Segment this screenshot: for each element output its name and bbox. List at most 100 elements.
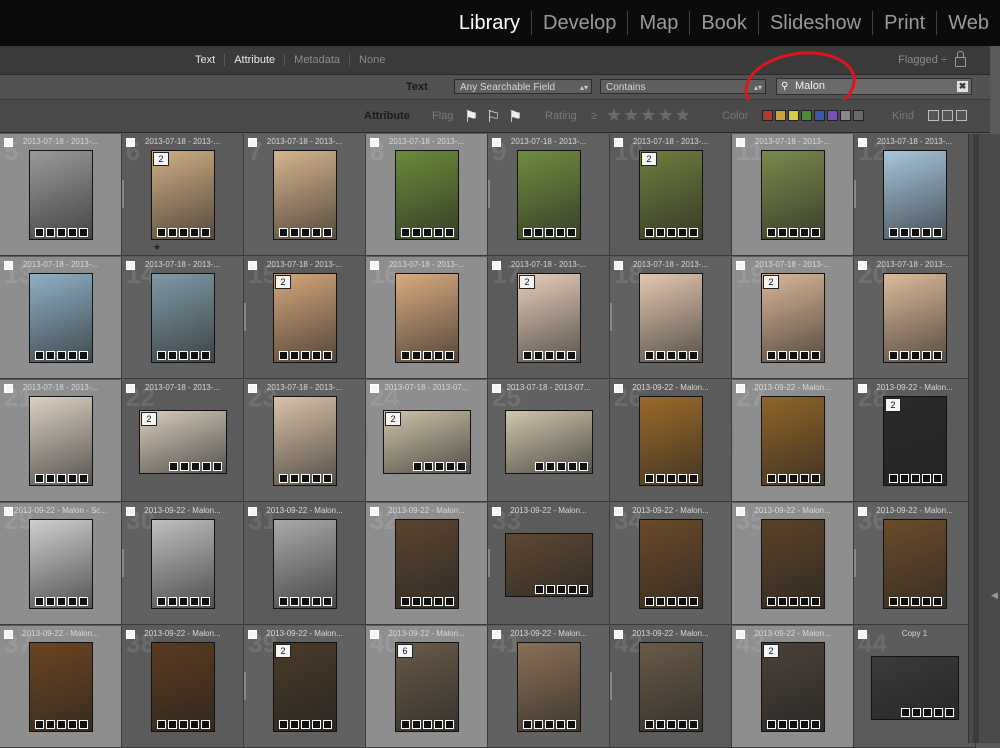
develop-icon[interactable] [68,720,77,729]
crop-icon[interactable] [667,720,676,729]
caption-icon[interactable] [900,474,909,483]
photo-thumbnail[interactable] [639,642,703,732]
edit-icon[interactable] [811,720,820,729]
stack-grip-icon[interactable] [488,180,490,208]
caption-icon[interactable] [546,585,555,594]
caption-icon[interactable] [778,474,787,483]
caption-icon[interactable] [656,351,665,360]
develop-icon[interactable] [446,462,455,471]
develop-icon[interactable] [922,351,931,360]
photo-thumbnail[interactable] [29,150,93,240]
photo-thumbnail[interactable] [395,273,459,363]
edit-icon[interactable] [445,720,454,729]
thumbnail-cell[interactable]: 43 2013-09-22 - Malon... 2 [732,626,854,748]
crop-icon[interactable] [191,462,200,471]
develop-icon[interactable] [556,351,565,360]
caption-icon[interactable] [290,351,299,360]
color-swatch[interactable] [801,110,812,121]
develop-icon[interactable] [434,597,443,606]
caption-icon[interactable] [534,351,543,360]
edit-icon[interactable] [323,351,332,360]
caption-icon[interactable] [46,351,55,360]
photo-thumbnail[interactable] [29,642,93,732]
edit-icon[interactable] [79,474,88,483]
crop-icon[interactable] [789,720,798,729]
keyword-icon[interactable] [279,597,288,606]
develop-icon[interactable] [678,597,687,606]
filter-option-text[interactable]: Text [186,54,224,66]
keyword-icon[interactable] [889,351,898,360]
kind-master-icon[interactable] [928,110,939,121]
module-web[interactable]: Web [936,11,1000,35]
crop-icon[interactable] [301,474,310,483]
caption-icon[interactable] [168,228,177,237]
caption-icon[interactable] [900,228,909,237]
keyword-icon[interactable] [767,351,776,360]
module-develop[interactable]: Develop [531,11,627,35]
stack-count-badge[interactable]: 6 [397,644,413,658]
keyword-icon[interactable] [157,720,166,729]
thumbnail-cell[interactable]: 22 2013-07-18 - 2013-... 2 [122,380,244,502]
flag-rejected-icon[interactable]: ⚑ [508,107,522,127]
edit-icon[interactable] [79,228,88,237]
color-swatch[interactable] [814,110,825,121]
keyword-icon[interactable] [645,228,654,237]
crop-icon[interactable] [789,351,798,360]
caption-icon[interactable] [290,597,299,606]
thumbnail-cell[interactable]: 20 2013-07-18 - 2013-... [854,257,976,379]
edit-icon[interactable] [689,597,698,606]
develop-icon[interactable] [312,474,321,483]
photo-thumbnail[interactable] [151,519,215,609]
caption-icon[interactable] [546,462,555,471]
photo-thumbnail[interactable] [151,642,215,732]
edit-icon[interactable] [323,228,332,237]
caption-icon[interactable] [900,597,909,606]
develop-icon[interactable] [190,597,199,606]
crop-icon[interactable] [435,462,444,471]
edit-icon[interactable] [79,597,88,606]
caption-icon[interactable] [778,351,787,360]
edit-icon[interactable] [213,462,222,471]
thumbnail-cell[interactable]: 15 2013-07-18 - 2013-... 2 [244,257,366,379]
develop-icon[interactable] [800,597,809,606]
crop-icon[interactable] [911,351,920,360]
caption-icon[interactable] [912,708,921,717]
develop-icon[interactable] [68,228,77,237]
caption-icon[interactable] [168,597,177,606]
photo-thumbnail[interactable] [395,519,459,609]
keyword-icon[interactable] [279,351,288,360]
crop-icon[interactable] [789,597,798,606]
crop-icon[interactable] [423,720,432,729]
thumbnail-cell[interactable]: 42 2013-09-22 - Malon... [610,626,732,748]
thumbnail-cell[interactable]: 13 2013-07-18 - 2013-... [0,257,122,379]
photo-thumbnail[interactable] [273,519,337,609]
keyword-icon[interactable] [889,597,898,606]
edit-icon[interactable] [79,351,88,360]
photo-thumbnail[interactable] [883,150,947,240]
stack-grip-icon[interactable] [610,672,612,700]
color-swatch[interactable] [827,110,838,121]
edit-icon[interactable] [933,228,942,237]
develop-icon[interactable] [434,720,443,729]
thumbnail-cell[interactable]: 27 2013-09-22 - Malon... [732,380,854,502]
module-print[interactable]: Print [872,11,936,35]
color-swatch[interactable] [762,110,773,121]
thumbnail-cell[interactable]: 18 2013-07-18 - 2013-... [610,257,732,379]
keyword-icon[interactable] [35,351,44,360]
edit-icon[interactable] [567,351,576,360]
thumbnail-cell[interactable]: 6 2013-07-18 - 2013-... 2 ★ [122,134,244,256]
edit-icon[interactable] [933,597,942,606]
crop-icon[interactable] [545,720,554,729]
develop-icon[interactable] [202,462,211,471]
crop-icon[interactable] [179,351,188,360]
crop-icon[interactable] [667,474,676,483]
rating-operator[interactable]: ≥ [591,110,597,122]
caption-icon[interactable] [656,228,665,237]
develop-icon[interactable] [922,474,931,483]
keyword-icon[interactable] [157,351,166,360]
edit-icon[interactable] [689,228,698,237]
crop-icon[interactable] [923,708,932,717]
photo-thumbnail[interactable] [273,396,337,486]
stack-count-badge[interactable]: 2 [275,644,291,658]
edit-icon[interactable] [567,720,576,729]
